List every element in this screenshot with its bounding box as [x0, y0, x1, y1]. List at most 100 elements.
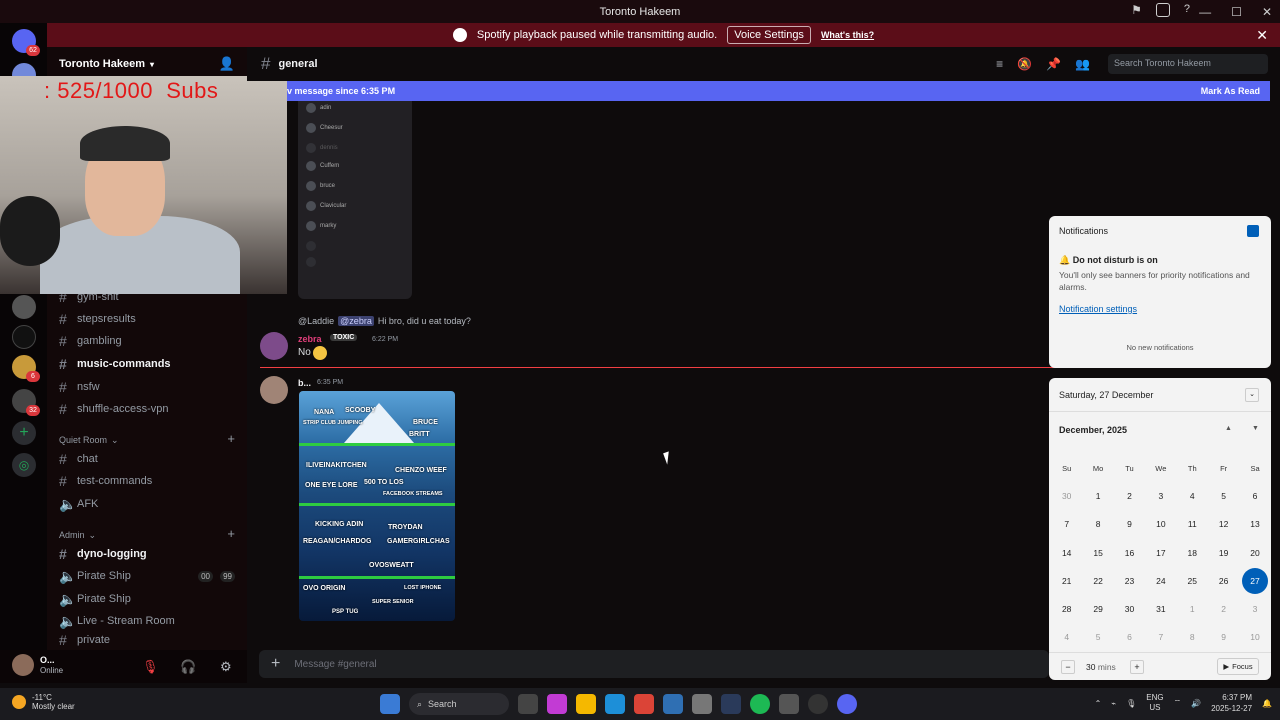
avatar[interactable] — [260, 332, 288, 360]
copilot-icon[interactable] — [547, 694, 567, 714]
taskbar-search[interactable]: ⌕ Search — [409, 693, 509, 715]
mark-as-read-button[interactable]: Mark As Read — [1201, 86, 1260, 96]
calendar-day[interactable]: 17 — [1145, 539, 1176, 567]
calendar-day[interactable]: 24 — [1145, 567, 1176, 595]
calendar-day[interactable]: 6 — [1239, 482, 1270, 510]
calendar-day[interactable]: 3 — [1145, 482, 1176, 510]
channel-pirate-ship-2[interactable]: 🔈 Pirate Ship — [59, 589, 131, 609]
channel-test-commands[interactable]: # test-commands — [59, 471, 152, 491]
calendar-day[interactable]: 23 — [1114, 567, 1145, 595]
calendar-day[interactable]: 1 — [1082, 482, 1113, 510]
calendar-day[interactable]: 4 — [1177, 482, 1208, 510]
minimize-button[interactable]: — — [1199, 5, 1211, 19]
calendar-day[interactable]: 20 — [1239, 539, 1270, 567]
deafened-icon[interactable]: 🎧 — [180, 659, 196, 675]
calendar-day[interactable]: 19 — [1208, 539, 1239, 567]
calendar-day[interactable]: 30 — [1051, 482, 1082, 510]
network-icon[interactable]: ⌁ — [1111, 699, 1116, 708]
calendar-day[interactable]: 7 — [1051, 510, 1082, 538]
calendar-day[interactable]: 22 — [1082, 567, 1113, 595]
avatar[interactable] — [12, 654, 34, 676]
channel-afk[interactable]: 🔈 AFK — [59, 494, 98, 514]
channel-live-stream-room[interactable]: 🔈 Live - Stream Room — [59, 611, 175, 631]
calendar-day[interactable]: 3 — [1239, 595, 1270, 623]
focus-button[interactable]: ▶ Focus — [1217, 658, 1259, 675]
add-attachment-icon[interactable]: + — [271, 655, 280, 673]
app-icon[interactable] — [779, 694, 799, 714]
chevron-down-icon[interactable]: ⌄ — [1245, 388, 1259, 402]
dnd-toggle-icon[interactable] — [1247, 225, 1259, 237]
server-icon[interactable] — [12, 325, 36, 349]
calendar-day[interactable]: 4 — [1051, 623, 1082, 651]
voice-settings-button[interactable]: Voice Settings — [727, 26, 811, 44]
calendar-day[interactable]: 10 — [1239, 623, 1270, 651]
language-indicator[interactable]: ENG US — [1146, 693, 1163, 713]
calendar-day[interactable]: 5 — [1208, 482, 1239, 510]
server-icon[interactable] — [12, 295, 36, 319]
calendar-day[interactable]: 30 — [1114, 595, 1145, 623]
speaker-icon[interactable]: 🔊 — [1191, 699, 1201, 708]
calendar-day[interactable]: 8 — [1177, 623, 1208, 651]
gear-icon[interactable]: ⚙ — [220, 659, 232, 675]
iceberg-image[interactable]: NANA SCOOBY STRIP CLUB JUMPING BRUCE BRI… — [299, 391, 455, 621]
invite-icon[interactable]: 👤 — [219, 56, 235, 72]
calendar-day[interactable]: 21 — [1051, 567, 1082, 595]
channel-pirate-ship[interactable]: 🔈 Pirate Ship 00 99 — [59, 566, 235, 586]
notification-bell-icon[interactable]: 🔕 — [1017, 57, 1032, 71]
start-icon[interactable] — [380, 694, 400, 714]
increase-focus-button[interactable]: + — [1130, 660, 1144, 674]
calendar-day[interactable]: 31 — [1145, 595, 1176, 623]
category-admin[interactable]: Admin ⌄ — [59, 530, 96, 541]
channel-stepsresults[interactable]: # stepsresults — [59, 309, 136, 329]
taskview-icon[interactable] — [518, 694, 538, 714]
reply-preview[interactable]: @Laddie @zebra Hi bro, did u eat today? — [298, 316, 471, 326]
calendar-day[interactable]: 2 — [1114, 482, 1145, 510]
server-icon[interactable]: 6 — [12, 355, 40, 382]
channel-nsfw[interactable]: # nsfw — [59, 377, 100, 397]
message-input[interactable]: Message #general — [294, 659, 376, 670]
screenshot-attachment[interactable]: adin Cheesur dennis Cuffem bruce Clavicu… — [298, 101, 412, 299]
threads-icon[interactable]: ≡ — [996, 57, 1003, 71]
calendar-day[interactable]: 9 — [1114, 510, 1145, 538]
settings-icon[interactable] — [692, 694, 712, 714]
chevron-up-icon[interactable]: ⌃ — [1095, 699, 1102, 708]
search-input[interactable]: Search Toronto Hakeem — [1108, 54, 1268, 74]
avatar[interactable] — [260, 376, 288, 404]
spotify-icon[interactable] — [750, 694, 770, 714]
calendar-day[interactable]: 16 — [1114, 539, 1145, 567]
add-channel-icon[interactable]: + — [227, 526, 235, 541]
terminal-icon[interactable] — [721, 694, 741, 714]
channel-shuffle-access-vpn[interactable]: # shuffle-access-vpn — [59, 399, 169, 419]
obs-icon[interactable] — [808, 694, 828, 714]
calendar-day[interactable]: 7 — [1145, 623, 1176, 651]
calendar-day[interactable]: 11 — [1177, 510, 1208, 538]
calendar-month[interactable]: December, 2025 — [1059, 425, 1127, 435]
weather-widget[interactable]: -11°C Mostly clear — [12, 693, 75, 711]
calendar-day[interactable]: 18 — [1177, 539, 1208, 567]
flag-icon[interactable]: ⚑ — [1131, 3, 1142, 17]
add-channel-icon[interactable]: + — [227, 431, 235, 446]
help-icon[interactable]: ? — [1184, 3, 1190, 17]
calendar-day[interactable]: 26 — [1208, 567, 1239, 595]
whats-this-link[interactable]: What's this? — [821, 30, 874, 40]
maximize-button[interactable]: ☐ — [1231, 5, 1242, 19]
explorer-icon[interactable] — [576, 694, 596, 714]
server-icon[interactable]: 32 — [12, 389, 40, 416]
channel-private[interactable]: # private — [59, 633, 110, 647]
discover-icon[interactable]: ◎ — [12, 453, 36, 477]
close-icon[interactable]: ✕ — [1256, 27, 1268, 44]
calculator-icon[interactable] — [663, 694, 683, 714]
calendar-day[interactable]: 8 — [1082, 510, 1113, 538]
message-author[interactable]: b... — [298, 378, 311, 388]
calendar-day[interactable]: 1 — [1177, 595, 1208, 623]
channel-music-commands[interactable]: # music-commands — [59, 354, 171, 374]
calendar-day[interactable]: 15 — [1082, 539, 1113, 567]
notification-settings-link[interactable]: Notification settings — [1059, 304, 1137, 314]
channel-dyno-logging[interactable]: # dyno-logging — [59, 544, 147, 564]
category-quiet-room[interactable]: Quiet Room ⌄ — [59, 435, 119, 446]
pin-icon[interactable]: 📌 — [1046, 57, 1061, 71]
add-server-icon[interactable]: + — [12, 421, 36, 445]
next-month-icon[interactable]: ▼ — [1252, 425, 1259, 432]
calendar-day[interactable]: 12 — [1208, 510, 1239, 538]
inbox-icon[interactable] — [1155, 3, 1170, 17]
